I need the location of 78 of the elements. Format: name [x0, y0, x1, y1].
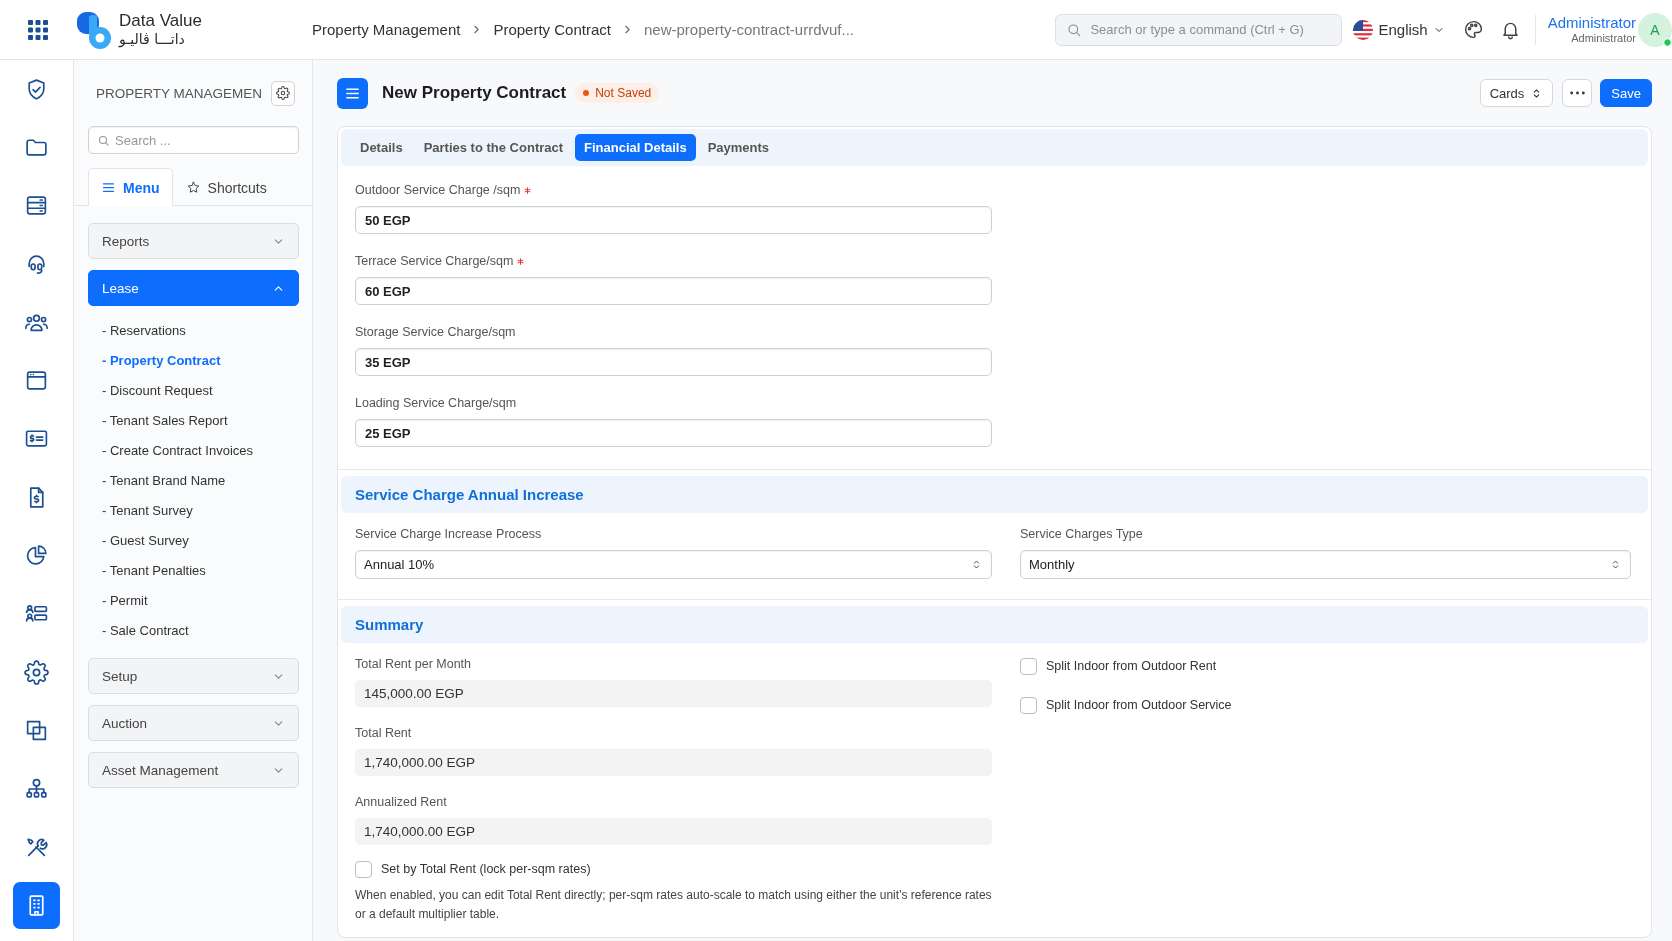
search-icon	[1066, 21, 1083, 38]
pie-chart-icon[interactable]	[24, 543, 49, 568]
read-only-field: 1,740,000.00 EGP	[355, 818, 992, 845]
page-title: New Property Contract	[382, 83, 567, 103]
building-icon[interactable]	[13, 881, 60, 929]
menu-link[interactable]: - Tenant Penalties	[102, 562, 206, 578]
settings-button[interactable]	[271, 80, 295, 106]
search-icon	[97, 133, 110, 147]
text-field[interactable]: 35 EGP	[355, 348, 992, 376]
menu-link[interactable]: - Permit	[102, 592, 148, 608]
accordion-header[interactable]: Lease	[88, 270, 299, 306]
checkbox-label: Split Indoor from Outdoor Service	[1046, 698, 1232, 712]
gear-icon[interactable]	[24, 659, 49, 685]
field-label: Outdoor Service Charge /sqm	[355, 183, 521, 197]
text-field[interactable]: 60 EGP	[355, 277, 992, 305]
help-text: When enabled, you can edit Total Rent directly; per-sqm rates auto-scale to match using either the unit’s reference rates or a default multiplier table.	[355, 887, 993, 923]
read-only-field: 145,000.00 EGP	[355, 680, 992, 707]
more-button[interactable]	[1562, 79, 1593, 107]
sidebar-title: PROPERTY MANAGEMEN	[96, 85, 263, 101]
field-label: Terrace Service Charge/sqm	[355, 254, 514, 268]
ellipsis-icon	[1569, 90, 1585, 96]
checkbox[interactable]	[355, 860, 372, 878]
save-button[interactable]: Save	[1600, 79, 1652, 107]
section-title: Summary	[355, 616, 424, 633]
text-field[interactable]: 50 EGP	[355, 206, 992, 234]
section-title: Service Charge Annual Increase	[355, 486, 584, 503]
tab[interactable]: Shortcuts	[172, 168, 280, 206]
read-only-field: 1,740,000.00 EGP	[355, 749, 992, 776]
status-text: Not Saved	[595, 86, 652, 100]
language-selector[interactable]: English	[1353, 19, 1445, 40]
brand-name-arabic: داتـــا ڤاليـو	[119, 32, 185, 47]
status-dot-icon	[583, 90, 590, 96]
menu-link[interactable]: - Sale Contract	[102, 622, 189, 638]
breadcrumb-link[interactable]: Property Contract	[493, 21, 611, 38]
menu-link[interactable]: - Create Contract Invoices	[102, 442, 253, 458]
checkbox-label: Set by Total Rent (lock per-sqm rates)	[381, 862, 591, 876]
tab[interactable]: Menu	[88, 168, 173, 206]
accordion-header[interactable]: Auction	[88, 705, 299, 741]
menu-link[interactable]: - Tenant Sales Report	[102, 412, 228, 428]
brand-name: Data Value	[119, 12, 202, 31]
text-field[interactable]: 25 EGP	[355, 419, 992, 447]
tab[interactable]: Payments	[698, 134, 779, 161]
flag-icon	[1353, 19, 1374, 40]
accordion-header[interactable]: Setup	[88, 658, 299, 694]
star-icon	[185, 180, 201, 195]
checkbox[interactable]	[1020, 657, 1037, 675]
menu-link[interactable]: - Tenant Survey	[102, 502, 193, 518]
checkbox-label: Split Indoor from Outdoor Rent	[1046, 659, 1217, 673]
accordion-header[interactable]: Reports	[88, 223, 299, 259]
menu-link[interactable]: - Guest Survey	[102, 532, 189, 548]
accordion-header[interactable]: Asset Management	[88, 752, 299, 788]
breadcrumb-current: new-property-contract-urrdvuf...	[643, 21, 855, 38]
tab[interactable]: Financial Details	[575, 134, 696, 161]
user-name[interactable]: Administrator	[1547, 13, 1636, 32]
menu-link[interactable]: - Property Contract	[102, 352, 221, 368]
tab[interactable]: Parties to the Contract	[414, 134, 573, 161]
user-role: Administrator	[1571, 31, 1636, 46]
gear-icon	[276, 86, 290, 100]
field-label: Total Rent	[355, 726, 412, 740]
field-label: Service Charges Type	[1020, 527, 1143, 541]
menu-link[interactable]: - Discount Request	[102, 382, 213, 398]
field-label: Annualized Rent	[355, 795, 447, 809]
field-label: Total Rent per Month	[355, 657, 472, 671]
field-label: Loading Service Charge/sqm	[355, 396, 517, 410]
select-field[interactable]: Annual 10%	[355, 550, 992, 579]
select-field[interactable]: Monthly	[1020, 550, 1631, 579]
apps-grid-icon[interactable]	[28, 19, 48, 40]
sidebar-toggle-button[interactable]	[337, 77, 368, 109]
tab[interactable]: Details	[351, 134, 412, 161]
hamburger-icon	[101, 180, 116, 195]
menu-link[interactable]: - Tenant Brand Name	[102, 472, 226, 488]
menu-link[interactable]: - Reservations	[102, 322, 186, 338]
breadcrumb-link[interactable]: Property Management	[312, 21, 461, 38]
palette-icon[interactable]	[1462, 19, 1484, 40]
checkbox[interactable]	[1020, 696, 1037, 714]
view-switcher[interactable]: Cards	[1479, 79, 1554, 107]
field-label: Storage Service Charge/sqm	[355, 325, 516, 339]
field-label: Service Charge Increase Process	[355, 527, 542, 541]
